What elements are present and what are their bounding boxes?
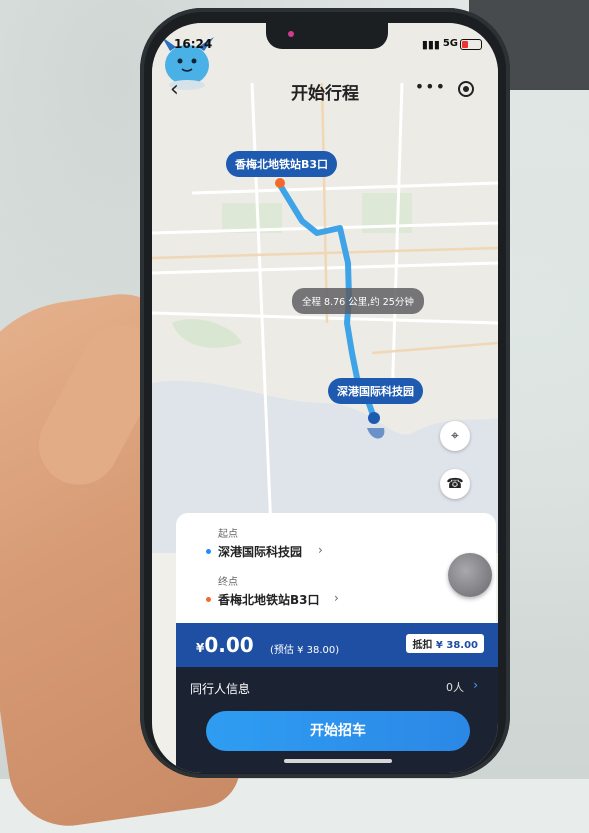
- status-time: 16:24: [174, 37, 213, 51]
- park-area: [172, 319, 242, 348]
- end-marker: [368, 412, 380, 424]
- home-indicator[interactable]: [284, 759, 392, 763]
- chevron-right-icon[interactable]: ›: [318, 543, 323, 557]
- chevron-right-icon[interactable]: ›: [334, 591, 339, 605]
- phone-icon: ☎: [446, 476, 464, 492]
- more-menu-icon[interactable]: •••: [415, 77, 446, 96]
- end-label: 终点: [218, 577, 238, 588]
- price-amount: ¥0.00: [196, 633, 254, 657]
- crosshair-icon: ⌖: [451, 428, 459, 444]
- close-miniapp-icon[interactable]: [458, 81, 474, 97]
- end-dot: [206, 597, 211, 602]
- major-road: [320, 82, 329, 324]
- call-button[interactable]: ☎: [440, 469, 470, 499]
- start-marker: [275, 178, 285, 188]
- phone-screen: 香梅北地铁站B3口 深港国际科技园 全程 8.76 公里,约 25分钟 ⌖ ☎ …: [152, 23, 498, 773]
- price-value: 0.00: [204, 633, 254, 657]
- signal-icon: ▮▮▮: [421, 38, 440, 51]
- end-location-bubble: 深港国际科技园: [328, 378, 423, 404]
- page-title: 开始行程: [291, 84, 359, 104]
- deduct-badge: 抵扣 ¥ 38.00: [406, 634, 484, 653]
- major-road: [371, 341, 498, 355]
- road: [390, 82, 404, 404]
- camera-indicator: [288, 31, 294, 37]
- start-label: 起点: [218, 529, 238, 540]
- locate-button[interactable]: ⌖: [440, 421, 470, 451]
- route-info-badge: 全程 8.76 公里,约 25分钟: [292, 288, 424, 314]
- notch: [266, 23, 388, 49]
- footer: 开始招车: [176, 707, 498, 773]
- companion-info-row[interactable]: 同行人信息 0人 ›: [176, 667, 498, 707]
- companion-count: 0人: [446, 681, 464, 694]
- start-place[interactable]: 深港国际科技园: [218, 543, 302, 560]
- header: ‹ 开始行程 •••: [152, 71, 498, 107]
- start-hailing-button[interactable]: 开始招车: [206, 711, 470, 751]
- battery-icon: [460, 39, 482, 50]
- network-type: 5G: [442, 38, 458, 49]
- start-dot: [206, 549, 211, 554]
- floating-assist-button[interactable]: [448, 553, 492, 597]
- end-place[interactable]: 香梅北地铁站B3口: [218, 591, 320, 608]
- price-estimate: (预估 ¥ 38.00): [270, 645, 340, 656]
- companion-label: 同行人信息: [190, 682, 251, 696]
- road: [191, 181, 498, 195]
- chevron-right-icon: ›: [473, 678, 478, 692]
- price-bar: ¥0.00 (预估 ¥ 38.00) 抵扣 ¥ 38.00: [176, 623, 498, 667]
- start-location-bubble: 香梅北地铁站B3口: [226, 151, 338, 177]
